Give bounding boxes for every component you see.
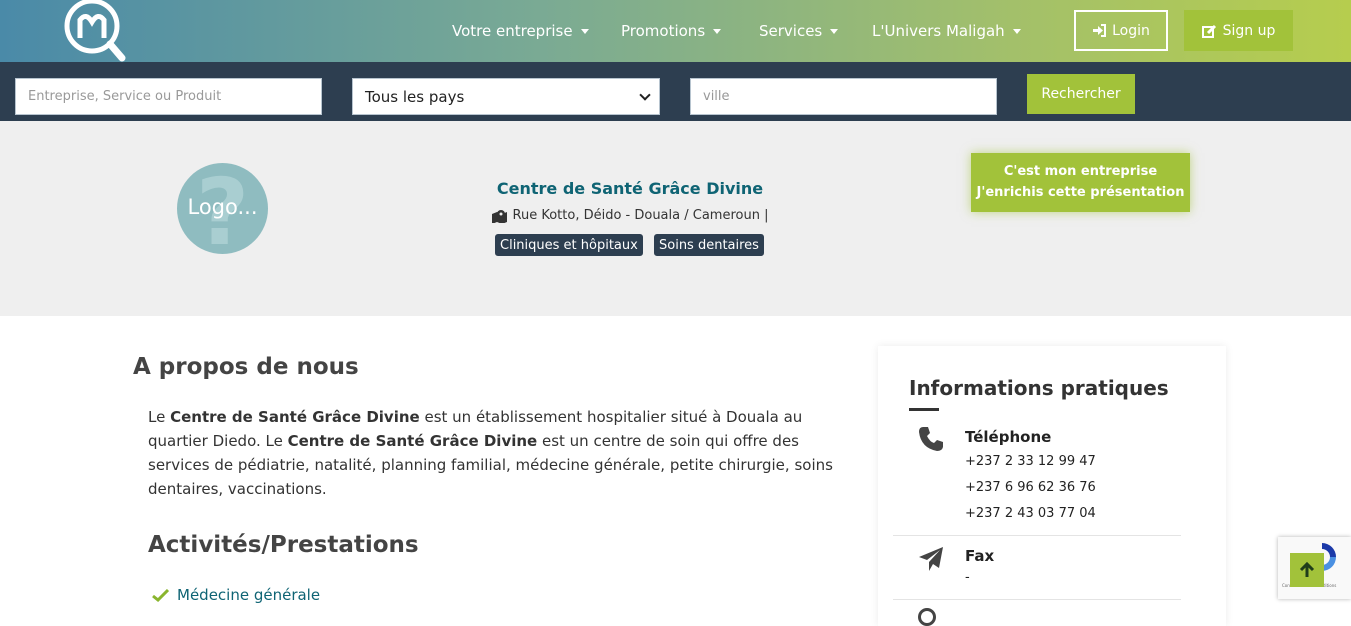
about-paragraph: Le Centre de Santé Grâce Divine est un é… [148, 405, 838, 501]
search-bar: Entreprise, Service ou Produit Tous les … [0, 62, 1351, 121]
about-company-name: Centre de Santé Grâce Divine [287, 432, 538, 450]
category-tag[interactable]: Soins dentaires [654, 234, 764, 256]
login-button[interactable]: Login [1074, 10, 1168, 51]
edit-icon [1201, 24, 1216, 38]
phone-icon [919, 427, 943, 451]
address-text: Rue Kotto, Déido - Douala / Cameroun | [512, 208, 769, 223]
arrow-up-icon [1299, 562, 1315, 577]
site-logo[interactable] [62, 0, 128, 62]
search-button-label: Rechercher [1041, 86, 1121, 102]
signup-button[interactable]: Sign up [1184, 10, 1293, 51]
phone-label: Téléphone [965, 428, 1052, 446]
caret-down-icon [830, 28, 839, 34]
search-query-placeholder: Entreprise, Service ou Produit [28, 89, 222, 104]
activity-item[interactable]: Médecine générale [152, 586, 320, 604]
claim-line-1: C'est mon entreprise [1003, 164, 1158, 179]
nav-label: Votre entreprise [452, 22, 573, 40]
practical-info-card: Informations pratiques Téléphone +237 2 … [878, 346, 1226, 626]
fax-value: - [965, 570, 970, 585]
check-icon [152, 588, 169, 602]
fax-label: Fax [965, 547, 995, 565]
about-title: A propos de nous [133, 354, 359, 380]
nav-label: Services [759, 22, 823, 40]
sign-in-icon [1093, 24, 1107, 37]
practical-info-title: Informations pratiques [909, 376, 1169, 400]
city-input[interactable]: ville [690, 78, 997, 115]
maligah-logo-icon [64, 0, 126, 62]
country-select[interactable]: Tous les pays [352, 78, 660, 115]
category-tag[interactable]: Cliniques et hôpitaux [495, 234, 643, 256]
divider [893, 599, 1181, 600]
claim-company-button[interactable]: C'est mon entreprise J'enrichis cette pr… [971, 153, 1190, 212]
caret-down-icon [1012, 28, 1021, 34]
city-placeholder: ville [703, 89, 730, 104]
signup-label: Sign up [1222, 22, 1276, 39]
nav-services[interactable]: Services [759, 22, 839, 40]
company-header: ? Logo... Centre de Santé Grâce Divine R… [0, 121, 1351, 316]
about-company-name: Centre de Santé Grâce Divine [170, 408, 420, 426]
globe-icon [918, 608, 936, 626]
nav-votre-entreprise[interactable]: Votre entreprise [452, 22, 589, 40]
claim-line-2: J'enrichis cette présentation [976, 185, 1185, 200]
company-logo-placeholder: ? Logo... [177, 163, 268, 254]
search-query-input[interactable]: Entreprise, Service ou Produit [15, 78, 322, 115]
caret-down-icon [713, 28, 722, 34]
phone-number[interactable]: +237 2 43 03 77 04 [965, 506, 1096, 521]
caret-down-icon [580, 28, 589, 34]
nav-label: L'Univers Maligah [872, 22, 1005, 40]
company-address: Rue Kotto, Déido - Douala / Cameroun | [430, 208, 830, 223]
nav-promotions[interactable]: Promotions [621, 22, 722, 40]
title-underline [909, 408, 939, 411]
map-marker-icon [491, 209, 507, 223]
scroll-to-top-button[interactable] [1290, 553, 1324, 587]
search-button[interactable]: Rechercher [1027, 74, 1135, 114]
logo-placeholder-text: Logo... [187, 195, 258, 219]
about-text-prefix: Le [148, 408, 171, 426]
divider [893, 535, 1181, 536]
login-label: Login [1112, 22, 1150, 39]
activity-label: Médecine générale [177, 586, 321, 604]
country-selected-value: Tous les pays [365, 87, 465, 106]
nav-univers-maligah[interactable]: L'Univers Maligah [872, 22, 1021, 40]
paper-plane-icon [919, 547, 943, 571]
top-navbar: Votre entreprise Promotions Services L'U… [0, 0, 1351, 62]
phone-number[interactable]: +237 2 33 12 99 47 [965, 454, 1096, 469]
phone-number[interactable]: +237 6 96 62 36 76 [965, 480, 1096, 495]
activities-title: Activités/Prestations [148, 532, 419, 558]
company-name[interactable]: Centre de Santé Grâce Divine [430, 179, 830, 198]
nav-label: Promotions [621, 22, 706, 40]
chevron-down-icon [639, 88, 651, 101]
